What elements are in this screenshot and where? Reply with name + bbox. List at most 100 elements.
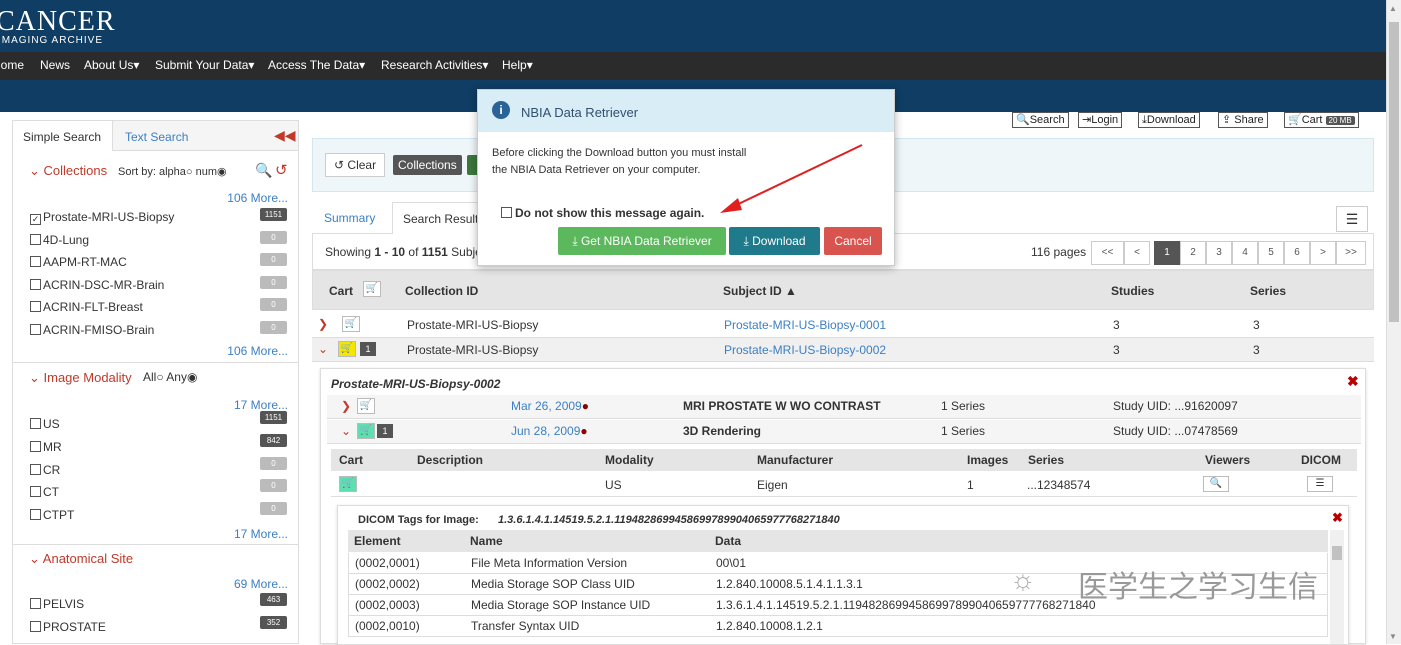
scroll-up-icon[interactable]: ▲ (1389, 4, 1397, 13)
sort-num-radio[interactable]: ◉ (217, 166, 227, 178)
modality-more-bottom[interactable]: 17 More... (234, 527, 288, 541)
col-subject[interactable]: Subject ID ▲ (723, 284, 797, 298)
collections-more-top[interactable]: 106 More... (227, 191, 288, 205)
modality-item[interactable]: CTPT (30, 508, 74, 522)
modality-heading[interactable]: ⌄ Image Modality (29, 370, 132, 386)
checkbox[interactable] (30, 301, 41, 313)
col-collection[interactable]: Collection ID (405, 284, 478, 298)
reset-icon[interactable]: ↺ (275, 161, 288, 179)
collection-item[interactable]: ACRIN-DSC-MR-Brain (30, 278, 164, 292)
anatomical-item[interactable]: PROSTATE (30, 620, 106, 634)
checkbox[interactable] (30, 486, 41, 498)
collections-heading[interactable]: ⌄ Collections (29, 163, 107, 179)
checkbox[interactable] (30, 324, 41, 335)
collection-item[interactable]: AAPM-RT-MAC (30, 255, 127, 269)
checkbox[interactable] (30, 256, 41, 268)
checkbox[interactable] (30, 463, 41, 475)
tab-simple-search[interactable]: Simple Search (13, 121, 113, 151)
sort-alpha-radio[interactable]: ○ (186, 166, 193, 178)
modality-item[interactable]: CR (30, 463, 60, 477)
collections-more-bottom[interactable]: 106 More... (227, 344, 288, 358)
checkbox[interactable]: ✓ (30, 214, 41, 225)
checkbox[interactable] (30, 440, 41, 452)
page-button[interactable]: 3 (1206, 241, 1232, 265)
cart-button[interactable]: 🛒Cart 20 MB (1284, 112, 1359, 128)
anatomical-heading[interactable]: ⌄ Anatomical Site (29, 551, 133, 567)
modality-item[interactable]: CT (30, 485, 59, 499)
study-row[interactable]: ⌄ 🛒 1 Jun 28, 2009● 3D Rendering 1 Serie… (327, 420, 1361, 444)
get-retriever-button[interactable]: ⤓ Get NBIA Data Retriever (558, 227, 726, 255)
cart-all-icon[interactable]: 🛒 (363, 281, 381, 297)
study-row[interactable]: ❯ 🛒 Mar 26, 2009● MRI PROSTATE W WO CONT… (327, 395, 1361, 419)
collapse-icon[interactable]: ⌄ (318, 342, 328, 356)
cart-icon[interactable]: 🛒 (342, 316, 360, 332)
dicom-list-icon[interactable]: ☰ (1307, 476, 1333, 492)
page-button[interactable]: >> (1336, 241, 1366, 265)
collection-item[interactable]: ACRIN-FLT-Breast (30, 300, 143, 314)
checkbox[interactable] (30, 509, 41, 521)
page-button[interactable]: > (1310, 241, 1336, 265)
row-subject-link[interactable]: Prostate-MRI-US-Biopsy-0002 (724, 343, 886, 357)
col-series[interactable]: Series (1250, 284, 1286, 298)
tab-summary[interactable]: Summary (324, 211, 375, 225)
expand-icon[interactable]: ❯ (318, 317, 328, 331)
anatomical-item[interactable]: PELVIS (30, 597, 84, 611)
close-dicom-icon[interactable]: ✖ (1332, 510, 1343, 526)
page-button[interactable]: << (1091, 241, 1124, 265)
collapse-sidebar-icon[interactable]: ◀◀ (274, 127, 296, 144)
clear-button[interactable]: ↺ Clear (325, 153, 386, 177)
any-radio[interactable]: ◉ (187, 370, 197, 384)
page-button[interactable]: 4 (1232, 241, 1258, 265)
collection-item[interactable]: 4D-Lung (30, 233, 89, 247)
nav-research[interactable]: Research Activities▾ (381, 58, 488, 72)
page-button[interactable]: 6 (1284, 241, 1310, 265)
modality-item[interactable]: MR (30, 440, 62, 454)
checkbox[interactable] (30, 598, 41, 609)
study-date[interactable]: Jun 28, 2009● (511, 424, 588, 438)
series-row[interactable]: 🛒 US Eigen 1 ...12348574 🔍 ☰ (331, 473, 1357, 497)
scroll-down-icon[interactable]: ▼ (1389, 632, 1397, 641)
collection-search-icon[interactable]: 🔍 (255, 162, 272, 179)
cart-icon[interactable]: 🛒 (357, 398, 375, 414)
menu-icon[interactable]: ☰ (1336, 206, 1368, 232)
study-date[interactable]: Mar 26, 2009● (511, 399, 589, 413)
table-row[interactable]: ⌄ 🛒 1 Prostate-MRI-US-Biopsy Prostate-MR… (312, 338, 1374, 362)
nav-about[interactable]: About Us▾ (84, 58, 139, 72)
modality-item[interactable]: US (30, 417, 60, 431)
collections-filter-tag[interactable]: Collections (393, 155, 462, 175)
dialog-download-button[interactable]: ⤓ Download (729, 227, 820, 255)
checkbox[interactable] (30, 278, 41, 290)
cart-icon[interactable]: 🛒 (339, 476, 357, 492)
share-button[interactable]: ⇪ Share (1218, 112, 1268, 128)
table-row[interactable]: ❯ 🛒 Prostate-MRI-US-Biopsy Prostate-MRI-… (312, 312, 1374, 338)
nav-submit[interactable]: Submit Your Data▾ (155, 58, 254, 72)
cancel-button[interactable]: Cancel (824, 227, 882, 255)
download-toolbar-button[interactable]: ⤓Download (1138, 112, 1200, 128)
page-button[interactable]: 1 (1154, 241, 1180, 265)
collection-item[interactable]: ✓ Prostate-MRI-US-Biopsy (30, 210, 174, 225)
page-button[interactable]: 2 (1180, 241, 1206, 265)
search-button[interactable]: 🔍Search (1012, 112, 1069, 128)
cart-icon[interactable]: 🛒 (357, 423, 375, 439)
checkbox[interactable] (30, 233, 41, 245)
cart-icon[interactable]: 🛒 (338, 341, 356, 357)
page-button[interactable]: < (1124, 241, 1150, 265)
collection-item[interactable]: ACRIN-FMISO-Brain (30, 323, 154, 337)
all-radio[interactable]: ○ (156, 370, 163, 384)
nav-news[interactable]: News (40, 58, 70, 72)
nav-help[interactable]: Help▾ (502, 58, 533, 72)
anatomical-more[interactable]: 69 More... (234, 577, 288, 591)
dont-show-checkbox[interactable] (501, 207, 512, 218)
dont-show-label[interactable]: Do not show this message again. (515, 206, 704, 220)
collapse-icon[interactable]: ⌄ (341, 424, 351, 438)
checkbox[interactable] (30, 620, 41, 632)
page-scrollbar-thumb[interactable] (1389, 22, 1399, 322)
col-studies[interactable]: Studies (1111, 284, 1154, 298)
page-button[interactable]: 5 (1258, 241, 1284, 265)
row-subject-link[interactable]: Prostate-MRI-US-Biopsy-0001 (724, 318, 886, 332)
expand-icon[interactable]: ❯ (341, 399, 351, 413)
checkbox[interactable] (30, 418, 41, 429)
nav-home[interactable]: Home (0, 58, 24, 72)
nav-access[interactable]: Access The Data▾ (268, 58, 365, 72)
tab-text-search[interactable]: Text Search ◀◀ (113, 121, 298, 151)
